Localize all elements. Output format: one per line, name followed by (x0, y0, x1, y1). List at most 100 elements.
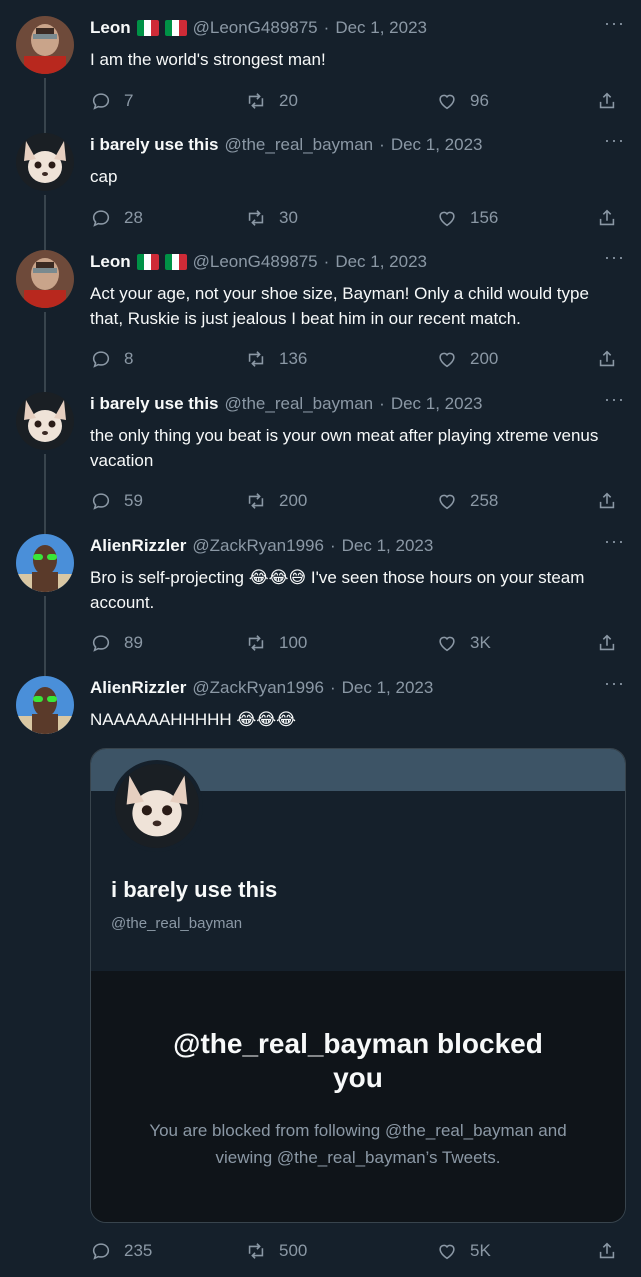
like-count: 96 (470, 91, 489, 110)
more-options-icon[interactable]: ··· (604, 131, 625, 149)
retweet-button[interactable]: 500 (245, 1240, 307, 1262)
tweet-date[interactable]: Dec 1, 2023 (342, 536, 434, 556)
blocked-notice: @the_real_bayman blocked you You are blo… (91, 971, 625, 1222)
retweet-button[interactable]: 30 (245, 207, 298, 229)
author-name[interactable]: Leon (90, 18, 131, 38)
leon-avatar-icon (16, 250, 74, 308)
tweet-text: the only thing you beat is your own meat… (90, 426, 599, 470)
retweet-icon (248, 1243, 264, 1259)
author-handle[interactable]: @the_real_bayman (225, 394, 374, 414)
author-name[interactable]: AlienRizzler (90, 678, 186, 698)
retweet-button[interactable]: 136 (245, 348, 307, 370)
heart-icon (439, 1244, 455, 1260)
alien-avatar-icon (16, 676, 74, 734)
like-button[interactable]: 3K (436, 632, 491, 654)
tweet-date[interactable]: Dec 1, 2023 (342, 678, 434, 698)
reply-icon (92, 93, 110, 110)
reply-count: 89 (124, 633, 143, 652)
flag-icons (136, 20, 187, 36)
like-count: 5K (470, 1241, 491, 1260)
more-options-icon[interactable]: ··· (604, 674, 625, 692)
like-button[interactable]: 258 (436, 490, 498, 512)
blocked-profile-card[interactable]: i barely use this @the_real_bayman @the_… (90, 748, 626, 1223)
blocked-description: You are blocked from following @the_real… (149, 1121, 567, 1167)
retweet-button[interactable]: 200 (245, 490, 307, 512)
like-count: 156 (470, 208, 499, 227)
reply-button[interactable]: 28 (90, 207, 143, 229)
share-button[interactable] (596, 632, 618, 654)
avatar[interactable] (16, 16, 74, 74)
like-count: 200 (470, 349, 499, 368)
reply-button[interactable]: 235 (90, 1240, 152, 1262)
heart-icon (439, 211, 455, 227)
like-button[interactable]: 5K (436, 1240, 491, 1262)
tweet-date[interactable]: Dec 1, 2023 (391, 394, 483, 414)
italy-flag-icon (136, 254, 159, 270)
avatar[interactable] (16, 534, 74, 592)
share-button[interactable] (596, 348, 618, 370)
reply-button[interactable]: 59 (90, 490, 143, 512)
flag-icons (136, 254, 187, 270)
share-icon (599, 209, 615, 226)
avatar[interactable] (16, 676, 74, 734)
tweet-text: Bro is self-projecting 😂😂😅 I've seen tho… (90, 568, 585, 612)
share-button[interactable] (596, 1240, 618, 1262)
author-handle[interactable]: @ZackRyan1996 (192, 678, 324, 698)
tweet-text: cap (90, 167, 118, 186)
share-button[interactable] (596, 90, 618, 112)
reply-count: 28 (124, 208, 143, 227)
like-count: 258 (470, 491, 499, 510)
retweet-count: 20 (279, 91, 298, 110)
tweet-date[interactable]: Dec 1, 2023 (335, 252, 427, 272)
reply-count: 235 (124, 1241, 153, 1260)
separator: · (323, 18, 330, 37)
more-options-icon[interactable]: ··· (604, 14, 625, 32)
author-name[interactable]: i barely use this (90, 394, 219, 414)
avatar[interactable] (16, 250, 74, 308)
more-options-icon[interactable]: ··· (604, 532, 625, 550)
like-count: 3K (470, 633, 491, 652)
card-profile-handle: @the_real_bayman (111, 915, 243, 932)
leon-avatar-icon (16, 16, 74, 74)
retweet-icon (248, 635, 264, 651)
retweet-count: 200 (279, 491, 308, 510)
card-profile-name: i barely use this (111, 877, 278, 902)
author-handle[interactable]: @LeonG489875 (193, 18, 318, 38)
retweet-icon (248, 493, 264, 509)
reply-icon (92, 351, 110, 368)
retweet-button[interactable]: 100 (245, 632, 307, 654)
retweet-count: 136 (279, 349, 308, 368)
heart-icon (439, 494, 455, 510)
heart-icon (439, 352, 455, 368)
author-name[interactable]: i barely use this (90, 135, 219, 155)
reply-button[interactable]: 8 (90, 348, 133, 370)
reply-count: 8 (124, 349, 134, 368)
card-avatar (111, 760, 203, 852)
share-button[interactable] (596, 490, 618, 512)
tweet-date[interactable]: Dec 1, 2023 (391, 135, 483, 155)
chihuahua-avatar-icon (16, 392, 74, 450)
chihuahua-avatar-icon (115, 764, 199, 848)
avatar[interactable] (16, 392, 74, 450)
author-handle[interactable]: @LeonG489875 (193, 252, 318, 272)
author-name[interactable]: Leon (90, 252, 131, 272)
like-button[interactable]: 156 (436, 207, 498, 229)
reply-icon (92, 1243, 110, 1260)
author-handle[interactable]: @ZackRyan1996 (192, 536, 324, 556)
more-options-icon[interactable]: ··· (604, 390, 625, 408)
like-button[interactable]: 200 (436, 348, 498, 370)
reply-icon (92, 210, 110, 227)
separator: · (379, 394, 385, 413)
author-handle[interactable]: @the_real_bayman (225, 135, 374, 155)
retweet-icon (248, 93, 264, 109)
reply-button[interactable]: 7 (90, 90, 133, 112)
like-button[interactable]: 96 (436, 90, 489, 112)
tweet-date[interactable]: Dec 1, 2023 (335, 18, 427, 38)
more-options-icon[interactable]: ··· (604, 248, 625, 266)
author-name[interactable]: AlienRizzler (90, 536, 186, 556)
retweet-count: 100 (279, 633, 308, 652)
retweet-button[interactable]: 20 (245, 90, 298, 112)
share-button[interactable] (596, 207, 618, 229)
reply-button[interactable]: 89 (90, 632, 143, 654)
avatar[interactable] (16, 133, 74, 191)
